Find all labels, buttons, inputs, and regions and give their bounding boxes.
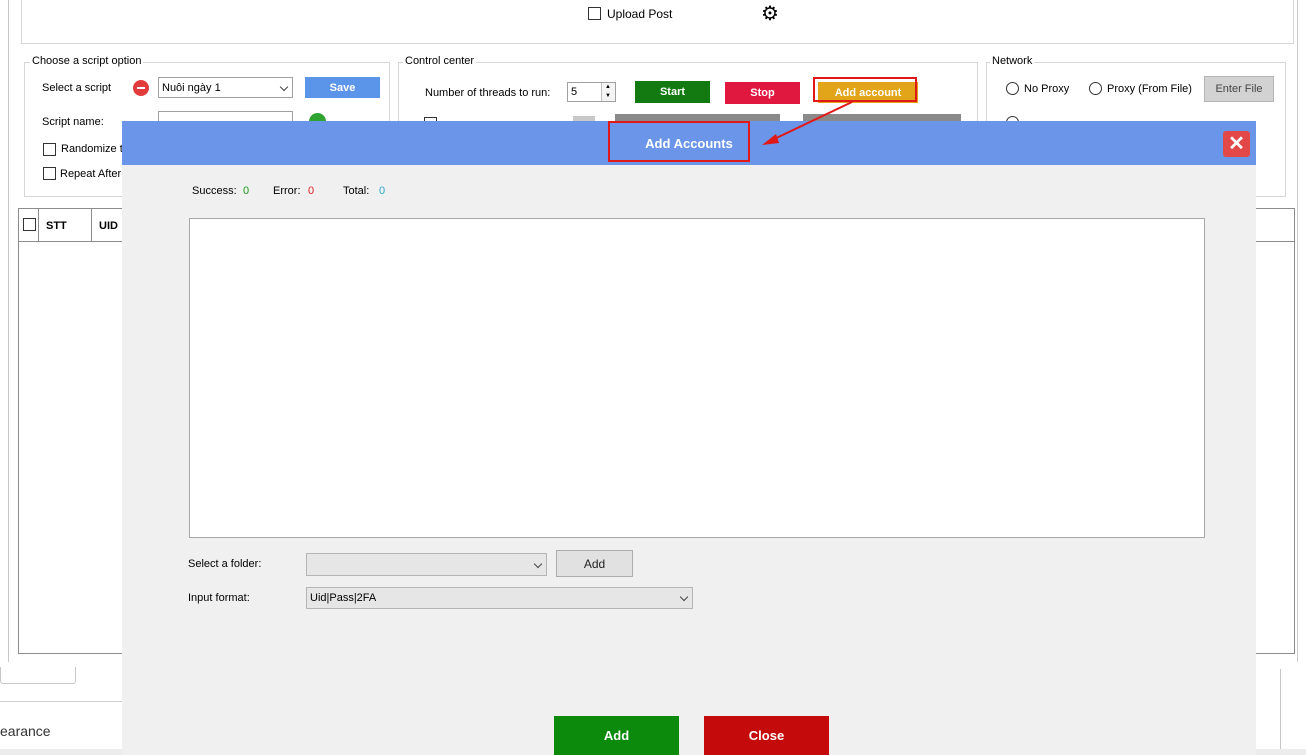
annotation-arrow-head [762, 134, 779, 145]
annotation-arrow-line [769, 101, 853, 142]
annotation-arrow [762, 101, 853, 145]
